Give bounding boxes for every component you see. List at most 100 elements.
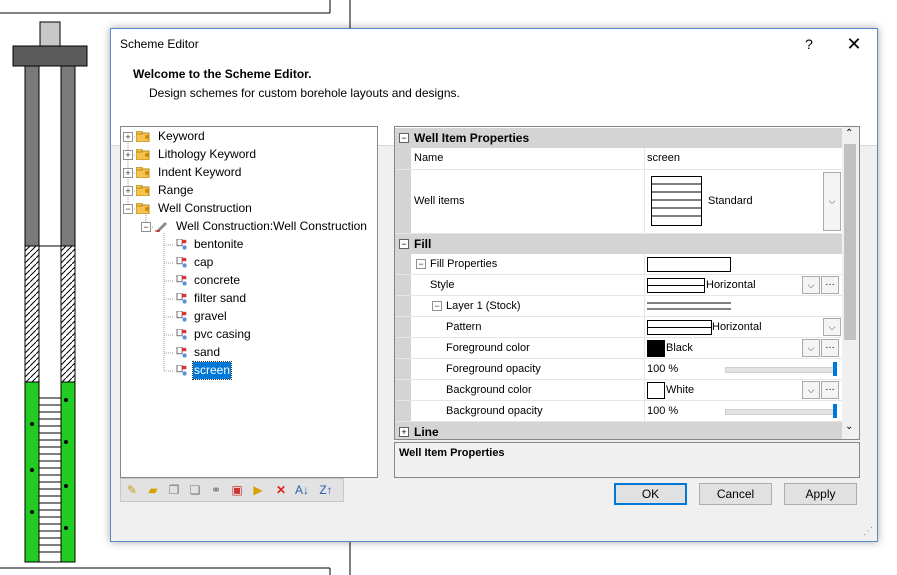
tree-item-bentonite[interactable]: bentonite: [194, 236, 243, 253]
category-line[interactable]: + Line: [395, 422, 842, 439]
delete-icon[interactable]: ✕: [273, 482, 289, 498]
well-items-value: Standard: [708, 195, 753, 207]
dialog-title: Scheme Editor: [120, 37, 199, 51]
right-screen-pack: [60, 381, 76, 563]
ellipsis-button[interactable]: …: [821, 339, 839, 357]
collapse-toggle[interactable]: −: [416, 259, 426, 269]
open-icon[interactable]: ▰: [145, 482, 161, 498]
new-scheme-icon[interactable]: ✎: [124, 482, 140, 498]
property-grid-scrollbar[interactable]: ⌃ ⌄: [842, 127, 859, 439]
property-row-well-items[interactable]: Well items Standard ⌵: [395, 170, 842, 234]
tree-item-filter-sand[interactable]: filter sand: [194, 290, 246, 307]
chevron-down-icon[interactable]: ⌵: [802, 381, 820, 399]
foreground-color-value: Black: [666, 342, 693, 354]
property-row-foreground-opacity[interactable]: Foreground opacity 100 %: [395, 359, 842, 380]
scroll-up-icon[interactable]: ⌃: [845, 128, 853, 139]
slider-thumb[interactable]: [833, 404, 837, 418]
left-casing: [24, 65, 40, 247]
left-hatched-seal: [24, 245, 40, 383]
collapse-toggle[interactable]: −: [399, 133, 409, 143]
chevron-down-icon[interactable]: ⌵: [823, 318, 841, 336]
category-fill[interactable]: − Fill: [395, 234, 842, 254]
background-color-value: White: [666, 384, 695, 396]
property-description-panel: Well Item Properties: [394, 442, 860, 478]
property-row-style[interactable]: Style Horizontal ⌵ …: [395, 275, 842, 296]
collapse-toggle[interactable]: −: [399, 239, 409, 249]
tree-item-concrete[interactable]: concrete: [194, 272, 240, 289]
key-folder-icon: [136, 185, 150, 196]
ellipsis-button[interactable]: …: [821, 276, 839, 294]
property-row-foreground-color[interactable]: Foreground color Black ⌵ …: [395, 338, 842, 359]
screen-section: [38, 397, 62, 563]
help-button[interactable]: ?: [797, 32, 821, 56]
expand-toggle[interactable]: +: [399, 427, 409, 437]
chevron-down-icon[interactable]: ⌵: [823, 172, 841, 231]
well-item-icon: [176, 275, 187, 286]
tree-item-cap[interactable]: cap: [194, 254, 213, 271]
pattern-swatch: [647, 320, 712, 335]
category-well-item-properties[interactable]: − Well Item Properties: [395, 128, 842, 148]
scheme-tree[interactable]: + Keyword + Lithology Keyword + Indent K…: [120, 126, 378, 478]
foreground-opacity-slider[interactable]: [725, 367, 837, 373]
apply-button[interactable]: Apply: [784, 483, 857, 505]
tree-item-keyword[interactable]: Keyword: [158, 128, 205, 145]
pattern-value: Horizontal: [712, 321, 762, 333]
expand-toggle[interactable]: +: [123, 132, 133, 142]
property-row-pattern[interactable]: Pattern Horizontal ⌵: [395, 317, 842, 338]
well-item-icon: [176, 365, 187, 376]
scheme-editor-dialog: Scheme Editor ? ✕ Welcome to the Scheme …: [110, 28, 878, 542]
cancel-button[interactable]: Cancel: [699, 483, 772, 505]
key-folder-icon: [136, 167, 150, 178]
well-item-icon: [176, 239, 187, 250]
property-row-layer[interactable]: − Layer 1 (Stock): [395, 296, 842, 317]
sort-ascending-icon[interactable]: A↓: [294, 482, 310, 498]
collapse-toggle[interactable]: −: [123, 204, 133, 214]
paste-icon[interactable]: ▣: [229, 482, 245, 498]
property-row-name[interactable]: Name screen: [395, 148, 842, 170]
property-row-background-opacity[interactable]: Background opacity 100 %: [395, 401, 842, 422]
name-value[interactable]: screen: [647, 148, 680, 168]
ellipsis-button[interactable]: …: [821, 381, 839, 399]
ok-button[interactable]: OK: [614, 483, 687, 505]
expand-toggle[interactable]: +: [123, 186, 133, 196]
scroll-down-icon[interactable]: ⌄: [845, 421, 853, 432]
resize-grip-icon[interactable]: ⋰: [863, 526, 873, 537]
tree-item-sand[interactable]: sand: [194, 344, 220, 361]
tree-item-lithology-keyword[interactable]: Lithology Keyword: [158, 146, 256, 163]
tree-item-range[interactable]: Range: [158, 182, 193, 199]
welcome-description: Design schemes for custom borehole layou…: [149, 86, 460, 100]
background-color-swatch: [647, 382, 665, 399]
key-folder-icon: [136, 203, 150, 214]
add-item-icon[interactable]: ▶: [250, 482, 266, 498]
duplicate-icon[interactable]: ❏: [187, 482, 203, 498]
background-opacity-slider[interactable]: [725, 409, 837, 415]
copy-icon[interactable]: ❐: [166, 482, 182, 498]
chevron-down-icon[interactable]: ⌵: [802, 339, 820, 357]
property-row-fill-properties[interactable]: − Fill Properties: [395, 254, 842, 275]
tree-item-gravel[interactable]: gravel: [194, 308, 227, 325]
expand-toggle[interactable]: +: [123, 168, 133, 178]
sort-descending-icon[interactable]: Z↑: [318, 482, 334, 498]
property-grid[interactable]: − Well Item Properties Name screen Well …: [394, 126, 860, 440]
description-title: Well Item Properties: [399, 447, 505, 459]
collapse-toggle[interactable]: −: [432, 301, 442, 311]
property-row-background-color[interactable]: Background color White ⌵ …: [395, 380, 842, 401]
tree-item-pvc-casing[interactable]: pvc casing: [194, 326, 251, 343]
well-items-label: Well items: [414, 195, 465, 207]
tree-item-indent-keyword[interactable]: Indent Keyword: [158, 164, 241, 181]
tree-item-screen-selected[interactable]: screen: [191, 361, 233, 380]
expand-toggle[interactable]: +: [123, 150, 133, 160]
tree-item-well-construction-scheme[interactable]: Well Construction:Well Construction: [176, 218, 367, 235]
slider-thumb[interactable]: [833, 362, 837, 376]
scrollbar-thumb[interactable]: [844, 144, 856, 340]
collapse-toggle[interactable]: −: [141, 222, 151, 232]
close-icon[interactable]: ✕: [841, 32, 867, 56]
layer-line-preview: [647, 302, 731, 310]
chevron-down-icon[interactable]: ⌵: [802, 276, 820, 294]
link-icon[interactable]: ⚭: [208, 482, 224, 498]
fill-preview-swatch: [647, 257, 731, 272]
right-hatched-seal: [60, 245, 76, 383]
well-item-icon: [176, 257, 187, 268]
tree-item-well-construction[interactable]: Well Construction: [158, 200, 252, 217]
key-folder-icon: [136, 131, 150, 142]
